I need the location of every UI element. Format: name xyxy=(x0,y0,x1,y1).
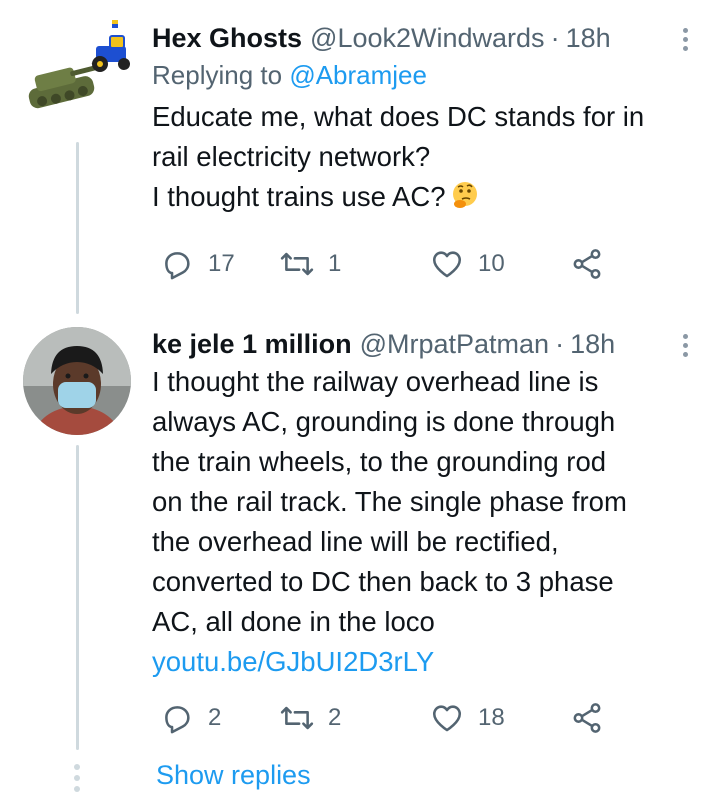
user-handle[interactable]: @Look2Windwards xyxy=(310,23,545,54)
retweet-button[interactable]: 1 xyxy=(280,247,430,281)
separator-dot: · xyxy=(550,22,560,53)
more-icon[interactable] xyxy=(673,330,697,360)
retweet-button[interactable]: 2 xyxy=(280,701,430,735)
retweet-icon xyxy=(280,706,314,730)
tweet-1-body: Educate me, what does DC stands for in r… xyxy=(152,97,697,217)
like-count: 10 xyxy=(478,250,505,277)
like-button[interactable]: 10 xyxy=(430,247,570,281)
like-icon xyxy=(432,251,462,278)
tweet-2-body: I thought the railway overhead line is a… xyxy=(152,362,697,682)
display-name[interactable]: ke jele 1 million xyxy=(152,329,352,360)
tank-tractor-avatar xyxy=(28,20,130,109)
replying-to: Replying to @Abramjee xyxy=(152,60,697,91)
tweet-2-header: ke jele 1 million @MrpatPatman · 18h xyxy=(152,326,697,362)
more-icon[interactable] xyxy=(673,24,697,54)
separator-dot: · xyxy=(555,328,565,359)
avatar-hex-ghosts[interactable] xyxy=(22,20,132,130)
like-button[interactable]: 18 xyxy=(430,701,570,735)
timestamp[interactable]: 18h xyxy=(570,329,615,360)
like-count: 18 xyxy=(478,704,505,731)
reply-button[interactable]: 2 xyxy=(160,701,280,735)
share-icon xyxy=(573,249,601,279)
retweet-icon xyxy=(280,252,314,276)
reply-icon xyxy=(165,252,190,280)
like-icon xyxy=(432,705,462,732)
user-handle[interactable]: @MrpatPatman xyxy=(360,329,549,360)
tweet-1-content: Hex Ghosts @Look2Windwards · 18h Replyin… xyxy=(152,20,697,217)
tweet-link[interactable]: youtu.be/GJbUI2D3rLY xyxy=(152,642,697,682)
reply-icon xyxy=(165,706,190,734)
reply-count: 2 xyxy=(208,704,222,731)
share-button[interactable] xyxy=(570,247,604,281)
share-icon xyxy=(573,703,601,733)
tweet-1[interactable]: Hex Ghosts @Look2Windwards · 18h Replyin… xyxy=(0,0,720,300)
retweet-count: 1 xyxy=(328,250,342,277)
thinking-face-icon xyxy=(452,182,477,208)
user-photo-avatar xyxy=(23,327,131,435)
show-replies-button[interactable]: Show replies xyxy=(156,760,311,791)
more-replies-dots xyxy=(74,764,80,792)
tweet-2[interactable]: ke jele 1 million @MrpatPatman · 18h I t… xyxy=(0,320,720,740)
reply-button[interactable]: 17 xyxy=(160,247,280,281)
replying-prefix: Replying to xyxy=(152,60,290,90)
reply-count: 17 xyxy=(208,250,235,277)
tweet-1-header: Hex Ghosts @Look2Windwards · 18h xyxy=(152,20,697,56)
replying-to-handle[interactable]: @Abramjee xyxy=(289,60,427,90)
timestamp[interactable]: 18h xyxy=(566,23,611,54)
share-button[interactable] xyxy=(570,701,604,735)
avatar-ke-jele[interactable] xyxy=(22,326,132,436)
tweet-2-actions: 2 2 18 xyxy=(160,698,604,738)
tweet-text: Educate me, what does DC stands for in r… xyxy=(152,101,645,212)
display-name[interactable]: Hex Ghosts xyxy=(152,23,302,54)
tweet-2-content: ke jele 1 million @MrpatPatman · 18h I t… xyxy=(152,326,697,682)
tweet-text: I thought the railway overhead line is a… xyxy=(152,366,627,637)
retweet-count: 2 xyxy=(328,704,342,731)
tweet-1-actions: 17 1 10 xyxy=(160,244,604,284)
